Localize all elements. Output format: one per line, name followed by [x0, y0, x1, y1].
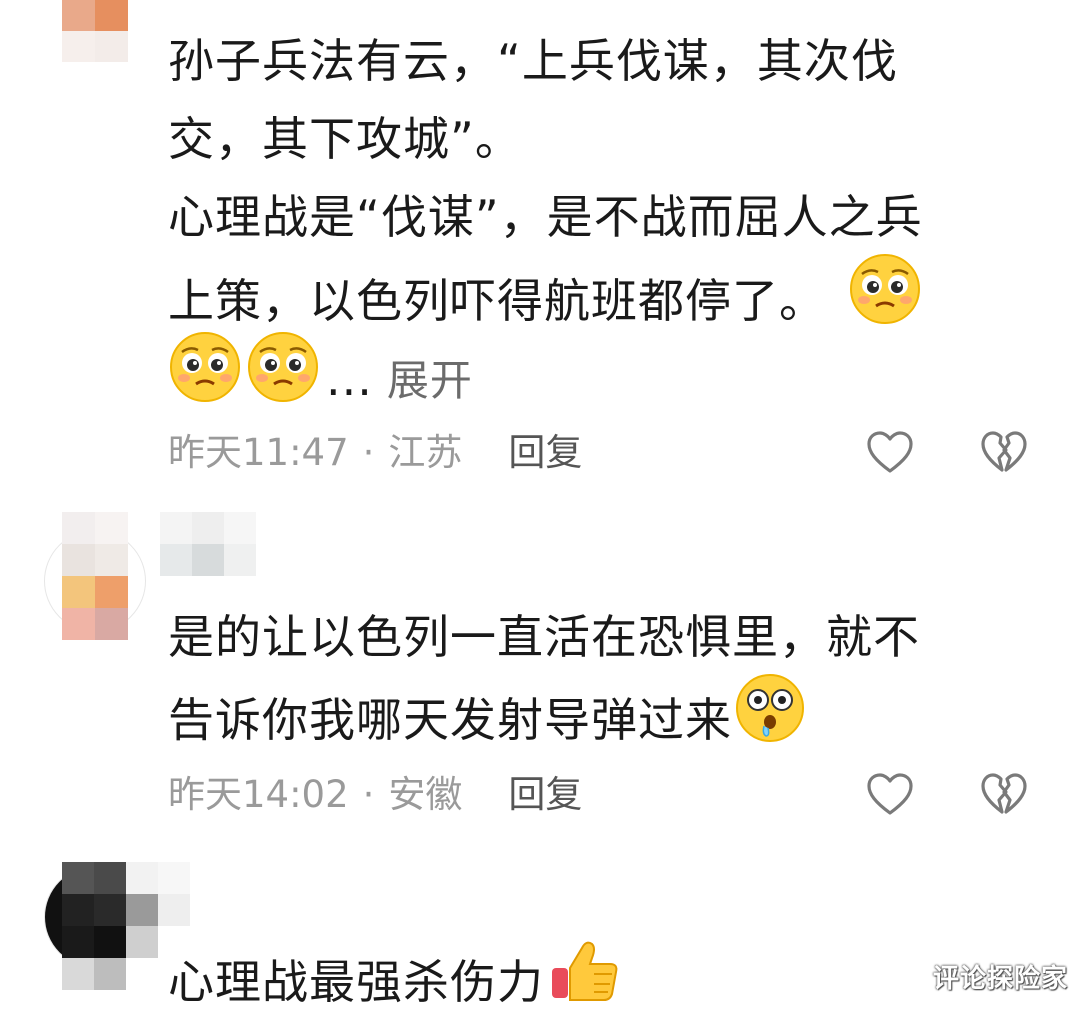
comment-line-text: 心理战最强杀伤力: [168, 955, 544, 1009]
comment-line: 心理战是“伐谋”，是不战而屈人之兵: [168, 190, 923, 244]
reply-button[interactable]: 回复: [508, 431, 582, 474]
avatar[interactable]: [62, 0, 128, 62]
comment-line: 孙子兵法有云，“上兵伐谋，其次伐: [168, 34, 898, 88]
comment-text: 是的让以色列一直活在恐惧里，就不 告诉你我哪天发射导弹过来: [168, 598, 920, 754]
broken-heart-outline-icon[interactable]: [979, 428, 1029, 478]
comment-line: 是的让以色列一直活在恐惧里，就不: [168, 610, 920, 664]
comment-line: 交，其下攻城”。: [168, 112, 522, 166]
comment-line-text: 上策，以色列吓得航班都停了。: [168, 274, 826, 328]
comment-meta: 昨天11:47 · 江苏 回复: [168, 428, 582, 478]
comment-line: ... 展开: [168, 332, 923, 412]
comment-line: 上策，以色列吓得航班都停了。: [168, 254, 923, 334]
pleading-face-emoji: [246, 330, 320, 427]
comment-line-text: 告诉你我哪天发射导弹过来: [168, 693, 732, 747]
thumbs-up-emoji: [548, 934, 622, 1011]
comment-meta: 昨天14:02 · 安徽 回复: [168, 770, 582, 820]
pleading-face-emoji: [168, 330, 242, 427]
timestamp: 昨天14:02: [168, 773, 349, 816]
comment-line: 告诉你我哪天发射导弹过来: [168, 674, 920, 754]
watermark: 评论探险家: [932, 964, 1068, 994]
drooling-face-emoji: [734, 672, 806, 767]
timestamp: 昨天11:47: [168, 431, 349, 474]
comment-line: 心理战最强杀伤力: [168, 938, 622, 1011]
broken-heart-outline-icon[interactable]: [979, 770, 1029, 820]
location: 江苏: [388, 431, 463, 474]
expand-link[interactable]: 展开: [387, 356, 473, 405]
pleading-face-emoji: [848, 252, 922, 349]
ellipsis: ...: [326, 352, 373, 406]
location: 安徽: [388, 773, 463, 816]
heart-outline-icon[interactable]: [865, 428, 915, 478]
separator: ·: [362, 773, 375, 816]
heart-outline-icon[interactable]: [865, 770, 915, 820]
comment-text: 心理战最强杀伤力: [168, 938, 622, 1011]
reply-button[interactable]: 回复: [508, 773, 582, 816]
username[interactable]: [160, 512, 256, 576]
separator: ·: [362, 431, 375, 474]
avatar[interactable]: [62, 512, 128, 640]
comment-text: 孙子兵法有云，“上兵伐谋，其次伐 交，其下攻城”。 心理战是“伐谋”，是不战而屈…: [168, 22, 923, 412]
comment-list: 孙子兵法有云，“上兵伐谋，其次伐 交，其下攻城”。 心理战是“伐谋”，是不战而屈…: [0, 0, 1080, 1011]
